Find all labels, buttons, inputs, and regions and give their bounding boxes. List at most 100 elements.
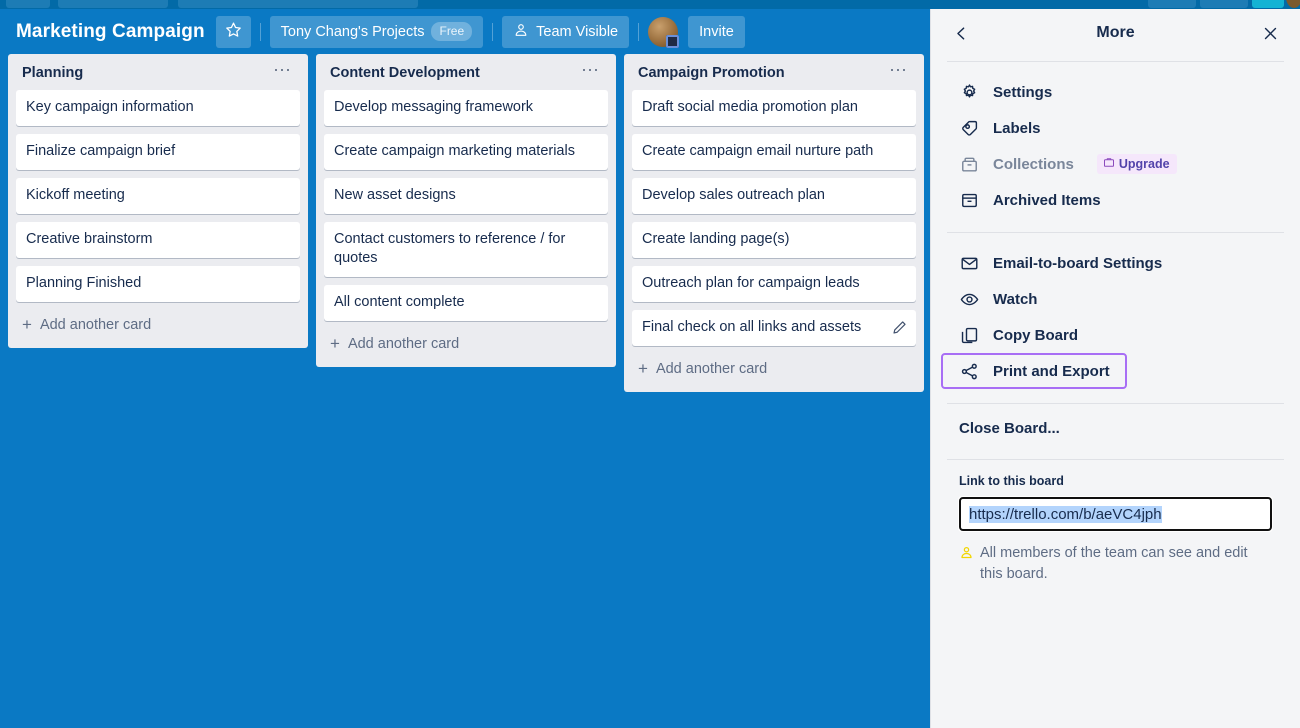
card[interactable]: New asset designs [324, 178, 608, 214]
card[interactable]: All content complete [324, 285, 608, 321]
sidebar-group-primary: Settings Labels Collections Upgrade Arch… [931, 62, 1300, 228]
card[interactable]: Creative brainstorm [16, 222, 300, 258]
sidebar-item-label: Labels [993, 119, 1041, 137]
card[interactable]: Kickoff meeting [16, 178, 300, 214]
header-divider-2 [492, 22, 494, 41]
list-content-development: Content Development ⋯ Develop messaging … [316, 54, 616, 367]
plan-badge: Free [431, 22, 473, 41]
list-campaign-promotion: Campaign Promotion ⋯ Draft social media … [624, 54, 924, 392]
card[interactable]: Finalize campaign brief [16, 134, 300, 170]
card[interactable]: Create landing page(s) [632, 222, 916, 258]
sidebar-item-collections[interactable]: Collections Upgrade [931, 146, 1300, 182]
pencil-icon[interactable] [891, 319, 908, 336]
sidebar-item-label: Collections [993, 155, 1074, 173]
sidebar-item-print-and-export[interactable]: Print and Export [941, 353, 1127, 389]
top-avatar-icon[interactable] [1286, 0, 1300, 8]
card[interactable]: Create campaign email nurture path [632, 134, 916, 170]
close-board-button[interactable]: Close Board... [931, 404, 1300, 455]
sidebar-item-label: Email-to-board Settings [993, 254, 1163, 272]
add-another-card-button[interactable]: + Add another card [324, 329, 608, 359]
avatar[interactable] [648, 16, 680, 48]
link-visibility-note-text: All members of the team can see and edit… [980, 545, 1248, 582]
list-header: Campaign Promotion ⋯ [624, 54, 924, 90]
sidebar-header: More [931, 9, 1300, 57]
chevron-left-icon[interactable] [948, 20, 974, 46]
star-board-button[interactable] [215, 15, 251, 48]
team-icon [959, 545, 974, 585]
sidebar-group-secondary: Email-to-board Settings Watch Copy Board… [931, 233, 1300, 399]
top-chip-6[interactable] [1252, 0, 1284, 8]
upgrade-badge-label: Upgrade [1118, 156, 1170, 171]
list-menu-icon[interactable]: ⋯ [269, 61, 296, 81]
star-icon [225, 21, 242, 42]
list-title: Campaign Promotion [638, 65, 785, 81]
board-header: Marketing Campaign Tony Chang's Projects… [0, 9, 930, 54]
header-divider-3 [638, 22, 640, 41]
gear-icon [959, 82, 979, 102]
add-card-label: Add another card [655, 361, 768, 377]
sidebar-item-archived-items[interactable]: Archived Items [931, 182, 1300, 218]
board-canvas: Marketing Campaign Tony Chang's Projects… [0, 9, 930, 728]
sidebar-item-label: Watch [993, 290, 1038, 308]
collections-box-icon [959, 154, 979, 174]
add-card-label: Add another card [347, 336, 460, 352]
add-another-card-button[interactable]: + Add another card [632, 354, 916, 384]
sidebar-item-label: Settings [993, 83, 1053, 101]
visibility-button[interactable]: Team Visible [502, 15, 630, 48]
board-title: Marketing Campaign [16, 20, 205, 42]
plus-icon: + [638, 359, 648, 378]
card[interactable]: Final check on all links and assets [632, 310, 916, 346]
list-title: Content Development [330, 65, 480, 81]
sidebar-item-label: Print and Export [993, 362, 1110, 380]
card[interactable]: Planning Finished [16, 266, 300, 302]
card[interactable]: Key campaign information [16, 90, 300, 126]
board-link-input[interactable] [958, 496, 1273, 532]
sidebar-item-watch[interactable]: Watch [931, 281, 1300, 317]
project-name-label: Tony Chang's Projects [280, 23, 425, 40]
link-visibility-note: All members of the team can see and edit… [959, 543, 1272, 585]
project-chip-button[interactable]: Tony Chang's Projects Free [269, 15, 484, 48]
card[interactable]: Create campaign marketing materials [324, 134, 608, 170]
sidebar-item-label: Copy Board [993, 326, 1079, 344]
card[interactable]: Outreach plan for campaign leads [632, 266, 916, 302]
list-menu-icon[interactable]: ⋯ [577, 61, 604, 81]
briefcase-icon [1103, 156, 1115, 171]
archive-box-icon [959, 190, 979, 210]
close-icon[interactable] [1257, 20, 1283, 46]
sidebar-item-label: Archived Items [993, 191, 1101, 209]
link-to-board-section: Link to this board All members of the te… [931, 460, 1300, 585]
top-chip-2[interactable] [58, 0, 168, 8]
plus-icon: + [330, 334, 340, 353]
team-icon [513, 22, 529, 42]
envelope-icon [959, 253, 979, 273]
list-header: Planning ⋯ [8, 54, 308, 90]
top-chip-4[interactable] [1148, 0, 1196, 8]
sidebar-item-labels[interactable]: Labels [931, 110, 1300, 146]
card[interactable]: Develop messaging framework [324, 90, 608, 126]
list-menu-icon[interactable]: ⋯ [885, 61, 912, 81]
add-another-card-button[interactable]: + Add another card [16, 310, 300, 340]
list-title: Planning [22, 65, 84, 81]
card-text: Final check on all links and assets [642, 319, 862, 335]
top-chip-3[interactable] [178, 0, 418, 8]
upgrade-badge[interactable]: Upgrade [1096, 154, 1177, 174]
invite-button[interactable]: Invite [688, 15, 745, 48]
card[interactable]: Contact customers to reference / for quo… [324, 222, 608, 277]
add-card-label: Add another card [39, 317, 152, 333]
trello-board-page: Marketing Campaign Tony Chang's Projects… [0, 0, 1300, 728]
invite-label: Invite [699, 23, 734, 40]
browser-top-strip [0, 0, 1300, 9]
board-menu-sidebar: More Settings Labels Collections Upgrade… [930, 9, 1300, 728]
sidebar-item-copy-board[interactable]: Copy Board [931, 317, 1300, 353]
sidebar-item-settings[interactable]: Settings [931, 74, 1300, 110]
board-lists: Planning ⋯ Key campaign information Fina… [0, 54, 930, 392]
sidebar-item-email-to-board-settings[interactable]: Email-to-board Settings [931, 245, 1300, 281]
card[interactable]: Draft social media promotion plan [632, 90, 916, 126]
top-chip-1[interactable] [6, 0, 50, 8]
top-chip-5[interactable] [1200, 0, 1248, 8]
copy-icon [959, 325, 979, 345]
list-planning: Planning ⋯ Key campaign information Fina… [8, 54, 308, 348]
card[interactable]: Develop sales outreach plan [632, 178, 916, 214]
plus-icon: + [22, 315, 32, 334]
header-divider-1 [259, 22, 261, 41]
